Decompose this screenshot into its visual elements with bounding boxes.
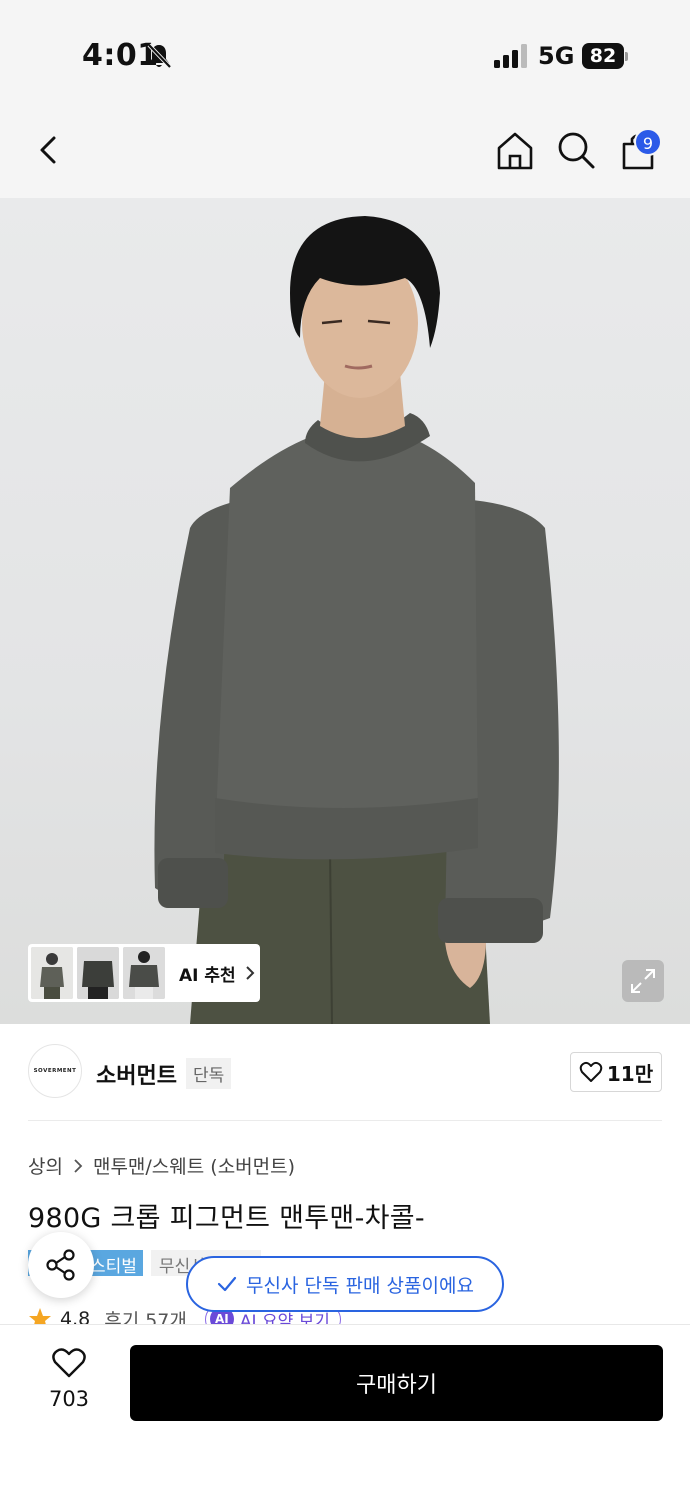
breadcrumb-item-category[interactable]: 맨투맨/스웨트 (소버먼트) bbox=[93, 1152, 295, 1179]
ai-thumb-1 bbox=[31, 947, 73, 999]
status-bar: 4:01 5G 82 bbox=[0, 0, 690, 100]
exclusive-toast-text: 무신사 단독 판매 상품이에요 bbox=[246, 1274, 474, 1297]
product-title: 980G 크롭 피그먼트 맨투맨-차콜- bbox=[28, 1203, 425, 1234]
brand-like-count: 11만 bbox=[606, 1061, 654, 1086]
top-nav-bar bbox=[0, 100, 690, 200]
expand-image-button[interactable] bbox=[622, 960, 664, 1002]
cart-count-badge: 9 bbox=[634, 128, 662, 156]
divider bbox=[28, 1120, 662, 1121]
breadcrumb-item-top[interactable]: 상의 bbox=[28, 1152, 63, 1179]
bell-off-icon bbox=[147, 43, 172, 69]
ai-thumb-3 bbox=[123, 947, 165, 999]
chevron-right-icon bbox=[245, 966, 255, 980]
check-icon bbox=[217, 1276, 237, 1292]
breadcrumb: 상의 맨투맨/스웨트 (소버먼트) bbox=[28, 1152, 295, 1179]
exclusive-tag: 단독 bbox=[186, 1058, 232, 1089]
wishlist-count: 703 bbox=[48, 1387, 90, 1411]
share-icon bbox=[46, 1249, 75, 1281]
chevron-right-icon bbox=[74, 1158, 83, 1173]
battery-level: 82 bbox=[582, 43, 624, 69]
wishlist-button[interactable]: 703 bbox=[36, 1347, 102, 1411]
expand-icon bbox=[631, 969, 655, 993]
heart-outline-icon bbox=[579, 1061, 603, 1082]
brand-logo-text: SOVERMENT bbox=[33, 1068, 77, 1074]
battery-icon: 82 bbox=[582, 43, 628, 69]
share-button[interactable] bbox=[28, 1232, 94, 1298]
brand-logo[interactable]: SOVERMENT bbox=[28, 1044, 82, 1098]
search-icon[interactable] bbox=[552, 126, 600, 174]
product-hero-image[interactable] bbox=[0, 198, 690, 1024]
ai-recommend-label: AI 추천 bbox=[179, 965, 236, 986]
brand-name[interactable]: 소버먼트 bbox=[96, 1058, 177, 1090]
buy-button[interactable]: 구매하기 bbox=[130, 1345, 663, 1421]
exclusive-sale-toast: 무신사 단독 판매 상품이에요 bbox=[186, 1256, 504, 1312]
back-chevron-icon[interactable] bbox=[26, 126, 74, 174]
brand-row: SOVERMENT 소버먼트 단독 11만 bbox=[28, 1044, 662, 1100]
ai-recommend-chip[interactable]: AI 추천 bbox=[28, 944, 260, 1002]
network-type: 5G bbox=[538, 42, 575, 70]
bottom-action-bar: 703 구매하기 bbox=[0, 1324, 690, 1500]
home-icon[interactable] bbox=[491, 126, 539, 174]
brand-like-button[interactable]: 11만 bbox=[570, 1052, 662, 1092]
heart-outline-icon bbox=[52, 1348, 86, 1378]
cellular-signal-icon bbox=[494, 44, 527, 68]
model-photo bbox=[154, 216, 559, 1024]
ai-thumb-2 bbox=[77, 947, 119, 999]
